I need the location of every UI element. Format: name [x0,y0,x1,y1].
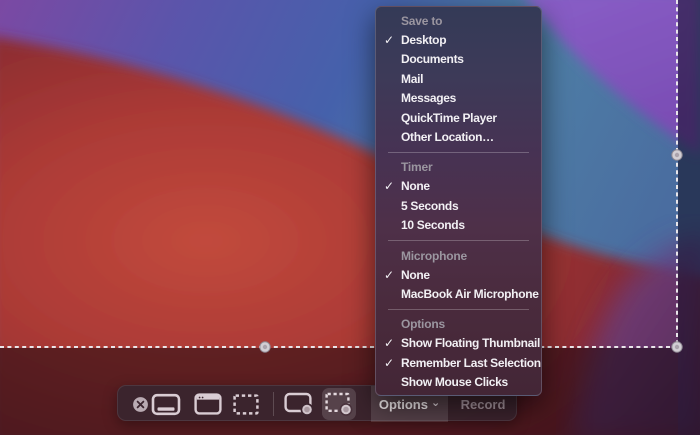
capture-selected-portion-button[interactable] [226,386,266,422]
menu-item-label: Desktop [401,33,447,47]
menu-item-label: 5 Seconds [401,198,459,213]
menu-item-label: Show Mouse Clicks [401,375,508,390]
menu-item-label: None [401,267,430,282]
record-selected-portion-icon [325,392,353,416]
checkmark-icon: ✓ [384,267,394,282]
menu-section-header: Options [401,317,445,332]
checkmark-icon: ✓ [384,336,394,351]
dim-overlay-right [678,0,700,435]
menu-separator [388,151,529,153]
capture-selected-portion-icon [233,393,259,415]
record-entire-screen-button[interactable] [279,386,319,422]
checkmark-icon: ✓ [384,33,394,47]
menu-item-label: Messages [401,91,456,106]
menu-item[interactable]: ✓MacBook Air Microphone [376,285,541,304]
checkmark-icon: ✓ [384,355,394,370]
checkmark-icon: ✓ [384,179,394,194]
menu-item[interactable]: ✓Documents [376,50,541,69]
menu-item[interactable]: ✓Mail [376,70,541,89]
menu-item[interactable]: ✓Other Location… [376,128,541,147]
menu-item[interactable]: ✓ None [376,177,541,196]
menu-item[interactable]: ✓10 Seconds [376,216,541,235]
menu-item[interactable]: ✓ None [376,266,541,285]
capture-entire-screen-icon [151,393,181,415]
menu-item[interactable]: ✓ Remember Last Selection [376,354,541,373]
options-dropdown-menu: Save to✓Desktop✓Documents✓Mail✓Messages✓… [375,6,542,397]
menu-section-header: Timer [401,160,433,175]
menu-item-label: Mail [401,71,424,86]
menu-item-label: QuickTime Player [401,110,497,125]
menu-item[interactable]: ✓QuickTime Player [376,109,541,128]
screenshot-app-screen: Options ⌄ Record Save to✓Desktop✓Documen… [0,0,700,435]
menu-item-label: MacBook Air Microphone [401,286,539,301]
menu-item[interactable]: ✓Show Mouse Clicks [376,373,541,392]
toolbar-divider [273,392,274,416]
options-button-label: Options [378,396,428,412]
menu-section-header: Save to [401,14,443,28]
record-entire-screen-icon [284,392,314,416]
capture-entire-screen-button[interactable] [144,386,188,422]
record-button-label: Record [460,396,506,412]
menu-item-label: Show Floating Thumbnail [401,336,541,351]
menu-item-label: Other Location… [401,129,494,144]
menu-item-label: Remember Last Selection [401,355,541,370]
menu-item-label: None [401,179,430,194]
menu-item[interactable]: ✓5 Seconds [376,197,541,216]
menu-section-header: Microphone [401,248,467,263]
menu-separator [388,240,529,242]
capture-selected-window-icon [194,393,222,415]
record-selected-portion-button[interactable] [322,386,356,422]
menu-separator [388,308,529,310]
chevron-down-icon: ⌄ [430,397,441,409]
menu-item[interactable]: ✓ Show Floating Thumbnail [376,334,541,353]
capture-selected-window-button[interactable] [188,386,228,422]
menu-item[interactable]: ✓ Desktop [376,31,541,50]
menu-item-label: 10 Seconds [401,218,465,233]
menu-item[interactable]: ✓Messages [376,89,541,108]
menu-item-label: Documents [401,52,464,67]
